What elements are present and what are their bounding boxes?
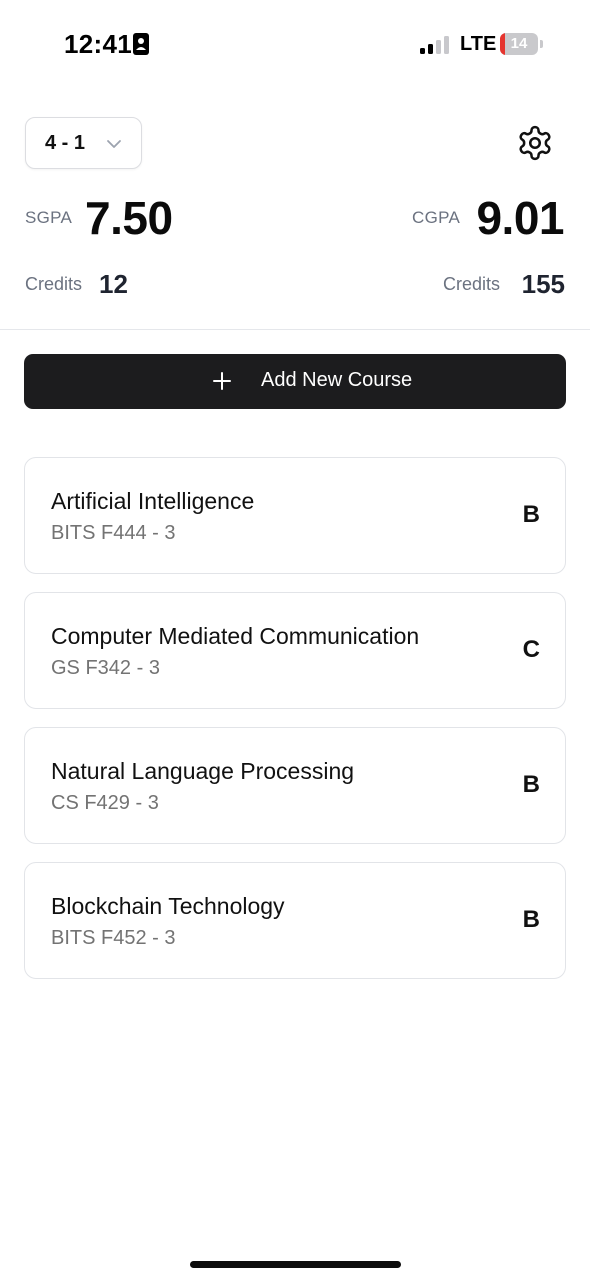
screen: 12:41 LTE 14 4 - 1 SGPA 7.50 CGPA 9.01 C…: [0, 0, 590, 1280]
course-grade: B: [522, 906, 540, 933]
course-card[interactable]: Natural Language Processing CS F429 - 3 …: [24, 727, 566, 844]
course-name: Artificial Intelligence: [51, 488, 255, 514]
sgpa-value: 7.50: [85, 192, 173, 244]
person-card-icon: [133, 33, 149, 55]
cgpa-credits-value: 155: [521, 269, 565, 299]
course-code-credits: BITS F444 - 3: [51, 522, 176, 544]
cgpa-credits-label: Credits: [443, 274, 501, 294]
semester-select[interactable]: 4 - 1: [25, 117, 142, 169]
course-code-credits: BITS F452 - 3: [51, 927, 176, 949]
sgpa-credits-label: Credits: [25, 274, 83, 294]
status-time: 12:41: [64, 29, 132, 59]
course-grade: B: [522, 771, 540, 798]
course-name: Computer Mediated Communication: [51, 623, 420, 649]
course-list: Artificial Intelligence BITS F444 - 3 B …: [24, 457, 566, 997]
course-name: Natural Language Processing: [51, 758, 355, 784]
header-divider: [0, 329, 590, 330]
cgpa-label: CGPA: [412, 208, 461, 227]
gear-icon: [519, 125, 551, 161]
course-grade: B: [522, 501, 540, 528]
battery-icon: 14: [500, 33, 544, 55]
cgpa-value: 9.01: [476, 192, 564, 244]
settings-button[interactable]: [516, 124, 554, 162]
sgpa-credits-value: 12: [99, 269, 128, 299]
course-card[interactable]: Artificial Intelligence BITS F444 - 3 B: [24, 457, 566, 574]
add-course-button[interactable]: Add New Course: [24, 354, 566, 409]
cellular-signal-icon: [420, 36, 450, 54]
course-grade: C: [522, 636, 540, 663]
course-card[interactable]: Blockchain Technology BITS F452 - 3 B: [24, 862, 566, 979]
course-name: Blockchain Technology: [51, 893, 285, 919]
home-indicator[interactable]: [190, 1261, 401, 1268]
battery-level: 14: [510, 35, 528, 52]
add-course-label: Add New Course: [261, 369, 413, 391]
course-code-credits: GS F342 - 3: [51, 657, 160, 679]
plus-icon: [212, 371, 232, 391]
course-card[interactable]: Computer Mediated Communication GS F342 …: [24, 592, 566, 709]
chevron-down-icon: [106, 137, 122, 149]
semester-value: 4 - 1: [45, 132, 86, 154]
sgpa-label: SGPA: [25, 208, 73, 227]
network-type: LTE: [460, 33, 497, 55]
course-code-credits: CS F429 - 3: [51, 792, 159, 814]
status-bar: 12:41 LTE 14: [0, 0, 590, 88]
